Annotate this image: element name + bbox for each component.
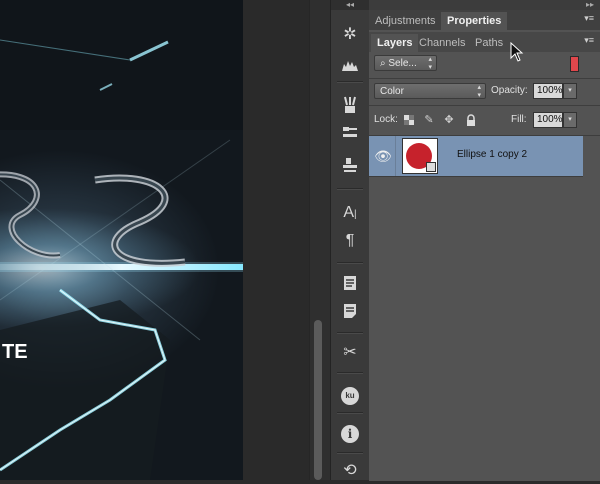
tab-paths[interactable]: Paths [469,34,509,52]
visibility-eye-icon[interactable]: 👁 [373,146,393,166]
canvas-scrollbar-thumb[interactable] [314,320,322,480]
panel-group-layers: Layers Channels Paths ▾≡ [369,32,600,52]
tools-icon[interactable]: ✂ [335,340,365,366]
layer-filter-row: ⌕ Sele... ▴ ▾ [369,55,600,75]
tool-separator [337,372,363,374]
lock-position-icon[interactable]: ✥ [443,112,455,128]
collapsed-panel-strip: ◂◂ ✲ A| ¶ ✂ ku i ⟲ [330,0,370,480]
tool-presets-icon[interactable] [335,120,365,146]
character-icon[interactable]: A| [335,200,365,226]
lock-label: Lock: [374,114,398,125]
collapse-arrows-icon[interactable]: ◂◂ [331,0,369,10]
layers-panel-menu-icon[interactable]: ▾≡ [584,35,594,46]
tool-separator [337,332,363,334]
fill-label: Fill: [511,114,527,125]
opacity-label: Opacity: [491,85,528,96]
layer-name[interactable]: Ellipse 1 copy 2 [457,149,527,160]
canvas-text-small: TE [2,341,28,363]
tab-adjustments[interactable]: Adjustments [369,12,442,30]
filter-toggle-switch[interactable] [570,56,579,72]
info-panel-icon[interactable] [335,298,365,324]
compass-icon[interactable]: ✲ [335,22,365,48]
tab-properties[interactable]: Properties [441,12,508,30]
histogram-icon[interactable] [335,52,365,78]
lock-transparent-pixels-icon[interactable] [403,112,415,128]
lock-all-icon[interactable] [465,112,477,128]
tab-channels[interactable]: Channels [413,34,471,52]
tool-separator [337,188,363,190]
lock-image-pixels-icon[interactable]: ✎ [423,112,435,128]
info-icon[interactable]: i [335,421,365,447]
collapse-panels-icon[interactable]: ▸▸ [369,0,600,10]
tool-separator [337,262,363,264]
select-arrows-icon: ▴ ▾ [477,84,481,99]
lock-fill-row: Lock: ✎ ✥ Fill: 100% ▾ [369,112,600,130]
layer-list: 👁 Ellipse 1 copy 2 [369,135,600,481]
divider [369,78,600,79]
history-icon[interactable]: ⟲ [335,458,365,484]
opacity-dropdown-icon[interactable]: ▾ [563,83,577,99]
blend-mode-value: Color [380,86,404,97]
panel-group-top: Adjustments Properties ▾≡ [369,10,600,30]
clone-source-icon[interactable] [335,152,365,178]
layer-thumbnail[interactable] [402,138,438,174]
panel-menu-icon[interactable]: ▾≡ [584,13,594,24]
paragraph-icon[interactable]: ¶ [335,228,365,254]
document-canvas[interactable]: TE [0,0,243,480]
canvas-pasteboard [243,0,309,480]
tool-separator [337,81,363,83]
divider [369,105,600,106]
blend-opacity-row: Color ▴ ▾ Opacity: 100% ▾ [369,83,600,101]
layer-filter-select[interactable]: ⌕ Sele... ▴ ▾ [374,55,437,71]
layer-row[interactable]: 👁 Ellipse 1 copy 2 [369,136,583,177]
kuler-icon[interactable]: ku [335,381,365,407]
tool-separator [337,412,363,414]
mouse-cursor-icon [510,42,524,62]
fill-input[interactable]: 100% [533,112,563,128]
layer-filter-value: Sele... [388,58,417,69]
notes-icon[interactable] [335,270,365,296]
opacity-input[interactable]: 100% [533,83,563,99]
select-arrows-icon: ▴ ▾ [428,56,432,71]
fill-dropdown-icon[interactable]: ▾ [563,112,577,128]
visibility-column-divider [395,136,396,176]
tab-layers[interactable]: Layers [371,34,419,52]
blend-mode-select[interactable]: Color ▴ ▾ [374,83,486,99]
tool-separator [337,452,363,454]
shape-layer-badge-icon [426,162,436,172]
canvas-artwork: TE [0,0,243,480]
brushes-icon[interactable] [335,92,365,118]
right-panel-dock: ▸▸ Adjustments Properties ▾≡ Layers Chan… [369,0,600,481]
